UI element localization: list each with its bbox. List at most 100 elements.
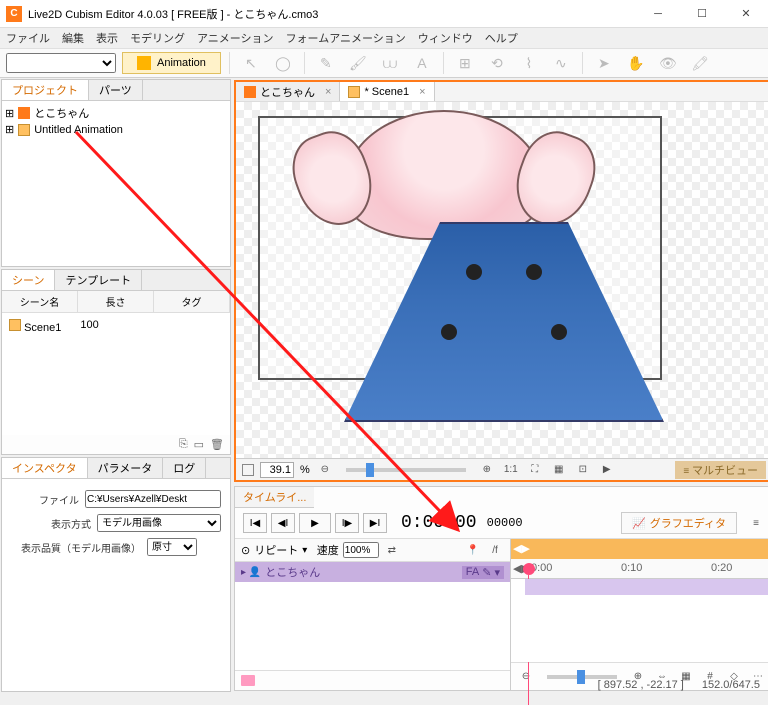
col-tag[interactable]: タグ	[154, 291, 230, 312]
track-edit-icon[interactable]: ✎	[482, 566, 491, 579]
main-toolbar: Animation ↖ ◯ ✎ 🖌 ⩊ A ⊞ ⟲ ⌇ ∿ ➤ ✋ 👁 🖍	[0, 48, 768, 78]
tool-brush-icon[interactable]: 🖌	[345, 52, 371, 74]
tool-rotate-icon[interactable]: ⟲	[484, 52, 510, 74]
timeline-ruler[interactable]: ◀▶ 0:00 0:10 0:20	[511, 559, 768, 579]
filter-icon[interactable]: /f	[486, 542, 504, 558]
menu-window[interactable]: ウィンドウ	[418, 30, 473, 46]
expand-icon[interactable]: ⊞	[5, 107, 14, 120]
timeline-menu-icon[interactable]: ≡	[747, 515, 765, 531]
scene-row[interactable]: Scene1 100	[5, 316, 227, 337]
track-clip[interactable]	[525, 579, 768, 595]
minimize-button[interactable]: ─	[636, 0, 680, 28]
viewport[interactable]	[236, 102, 768, 458]
tab-scene[interactable]: シーン	[2, 270, 55, 290]
speed-input[interactable]	[343, 542, 379, 558]
title-bar: C Live2D Cubism Editor 4.0.03 [ FREE版 ] …	[0, 0, 768, 28]
menu-animation[interactable]: アニメーション	[197, 30, 274, 46]
playhead[interactable]	[523, 563, 535, 575]
folder-icon[interactable]	[241, 675, 255, 686]
menu-help[interactable]: ヘルプ	[485, 30, 518, 46]
mode-button[interactable]: Animation	[122, 52, 221, 74]
canvas-tab[interactable]: とこちゃん ×	[236, 82, 340, 101]
timeline-span-bar[interactable]: ◀▶	[511, 539, 768, 559]
expand-icon[interactable]: ⊞	[5, 123, 14, 136]
display-select[interactable]: モデル用画像	[97, 514, 221, 532]
tab-project[interactable]: プロジェクト	[2, 80, 89, 100]
file-field[interactable]	[85, 490, 221, 508]
zoom-input[interactable]	[260, 462, 294, 478]
tool-pointer-icon[interactable]: ➤	[591, 52, 617, 74]
zoom-slider[interactable]	[346, 468, 466, 472]
goto-end-button[interactable]: ▶I	[363, 513, 387, 533]
tool-eye-icon[interactable]: 👁	[655, 52, 681, 74]
fit-icon[interactable]: ⛶	[526, 462, 544, 478]
cursor-pos: [ 897.52 , -22.17 ]	[598, 679, 684, 691]
animation-icon	[348, 86, 360, 98]
play-button[interactable]: ▶	[299, 513, 331, 533]
play-icon[interactable]: ▶	[598, 462, 616, 478]
quality-select[interactable]: 原寸	[147, 538, 197, 556]
canvas-tab-label: とこちゃん	[260, 84, 315, 100]
canvas-tab[interactable]: * Scene1 ×	[340, 82, 434, 101]
close-button[interactable]: ✕	[724, 0, 768, 28]
step-fwd-button[interactable]: I▶	[335, 513, 359, 533]
timeline-track-header[interactable]: ▸ 👤 とこちゃん FA✎▾	[235, 562, 510, 582]
track-vis-icon[interactable]: ▾	[494, 566, 500, 579]
menu-view[interactable]: 表示	[96, 30, 118, 46]
tool-pen-icon[interactable]: ✎	[313, 52, 339, 74]
tool-arrow-icon[interactable]: ↖	[238, 52, 264, 74]
col-scene-name[interactable]: シーン名	[2, 291, 78, 312]
maximize-button[interactable]: ☐	[680, 0, 724, 28]
tab-parameter[interactable]: パラメータ	[88, 458, 164, 478]
tool-lasso-icon[interactable]: ◯	[270, 52, 296, 74]
goto-start-button[interactable]: I◀	[243, 513, 267, 533]
tab-parts[interactable]: パーツ	[89, 80, 143, 100]
menu-edit[interactable]: 編集	[62, 30, 84, 46]
bg-toggle[interactable]	[242, 464, 254, 476]
tool-path-icon[interactable]: ∿	[548, 52, 574, 74]
scene-length-cell: 100	[80, 319, 151, 334]
timeline-tracks-area[interactable]	[511, 579, 768, 662]
fa-badge[interactable]: FA	[466, 566, 479, 579]
tree-item[interactable]: ⊞ とこちゃん	[5, 104, 227, 122]
tab-timeline[interactable]: タイムライ...	[235, 487, 314, 508]
tab-graph-editor[interactable]: 📈 グラフエディタ	[621, 512, 737, 534]
tool-glue-icon[interactable]: ⩊	[377, 52, 403, 74]
scene-copy-icon[interactable]: ⎘	[179, 438, 188, 451]
tool-warp-icon[interactable]: ⌇	[516, 52, 542, 74]
scene-new-icon[interactable]: ▭	[194, 438, 204, 451]
tool-auto-icon[interactable]: A	[409, 52, 435, 74]
scene-delete-icon[interactable]: 🗑	[210, 438, 224, 451]
animation-icon	[18, 124, 30, 136]
snap-icon[interactable]: ⊡	[574, 462, 592, 478]
workspace-select[interactable]	[6, 53, 116, 73]
close-icon[interactable]: ×	[419, 86, 425, 98]
tl-zoom-out-icon[interactable]: ⊖	[517, 669, 535, 685]
pin-icon[interactable]: 📍	[464, 542, 482, 558]
repeat-label: リピート	[254, 542, 298, 558]
menu-modeling[interactable]: モデリング	[130, 30, 185, 46]
zoom-in-icon[interactable]: ⊕	[478, 462, 496, 478]
link-icon[interactable]: ⇄	[383, 542, 401, 558]
menu-formanimation[interactable]: フォームアニメーション	[286, 30, 406, 46]
tool-paint-icon[interactable]: 🖍	[687, 52, 713, 74]
tab-template[interactable]: テンプレート	[55, 270, 142, 290]
track-list[interactable]	[235, 582, 510, 670]
tree-label: とこちゃん	[34, 105, 89, 121]
tool-hand-icon[interactable]: ✋	[623, 52, 649, 74]
zoom-out-icon[interactable]: ⊖	[316, 462, 334, 478]
close-icon[interactable]: ×	[325, 86, 331, 98]
expand-all-icon[interactable]: ⊙	[241, 544, 250, 557]
ratio-button[interactable]: 1:1	[502, 462, 520, 478]
tab-log[interactable]: ログ	[163, 458, 206, 478]
tree-item[interactable]: ⊞ Untitled Animation	[5, 122, 227, 137]
window-title: Live2D Cubism Editor 4.0.03 [ FREE版 ] - …	[28, 6, 636, 22]
multiview-button[interactable]: ≡ マルチビュー	[675, 461, 766, 479]
menu-file[interactable]: ファイル	[6, 30, 50, 46]
step-back-button[interactable]: ◀I	[271, 513, 295, 533]
grid-icon[interactable]: ▦	[550, 462, 568, 478]
tool-deform-icon[interactable]: ⊞	[452, 52, 478, 74]
tab-inspector[interactable]: インスペクタ	[2, 458, 88, 478]
col-length[interactable]: 長さ	[78, 291, 154, 312]
model-icon	[244, 86, 256, 98]
